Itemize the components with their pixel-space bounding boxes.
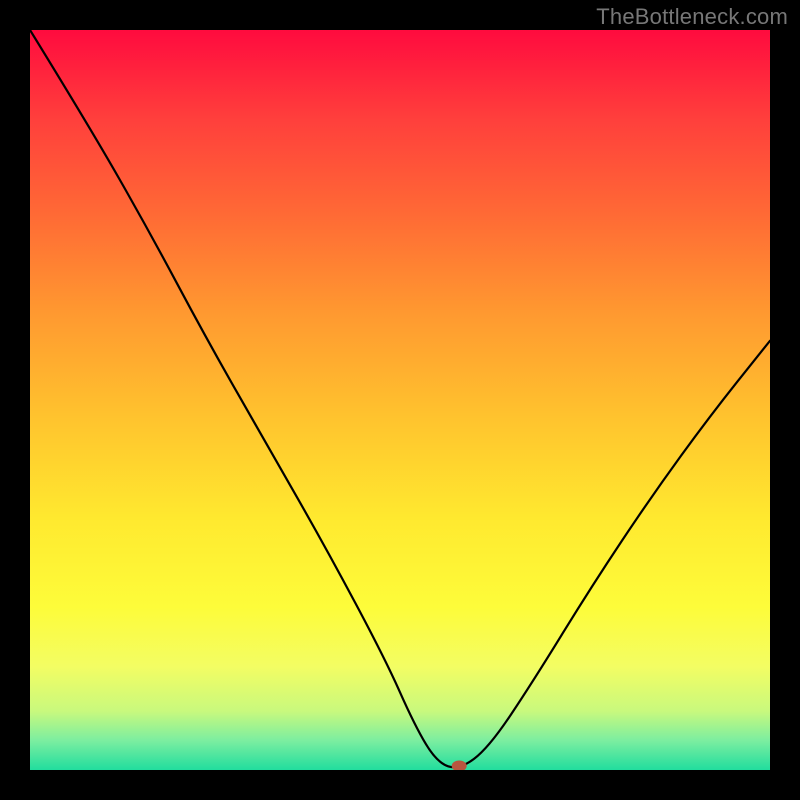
optimal-point-marker [452, 761, 466, 770]
plot-area [30, 30, 770, 770]
chart-frame: TheBottleneck.com [0, 0, 800, 800]
chart-svg [30, 30, 770, 770]
watermark-text: TheBottleneck.com [596, 4, 788, 30]
bottleneck-curve [30, 30, 770, 767]
